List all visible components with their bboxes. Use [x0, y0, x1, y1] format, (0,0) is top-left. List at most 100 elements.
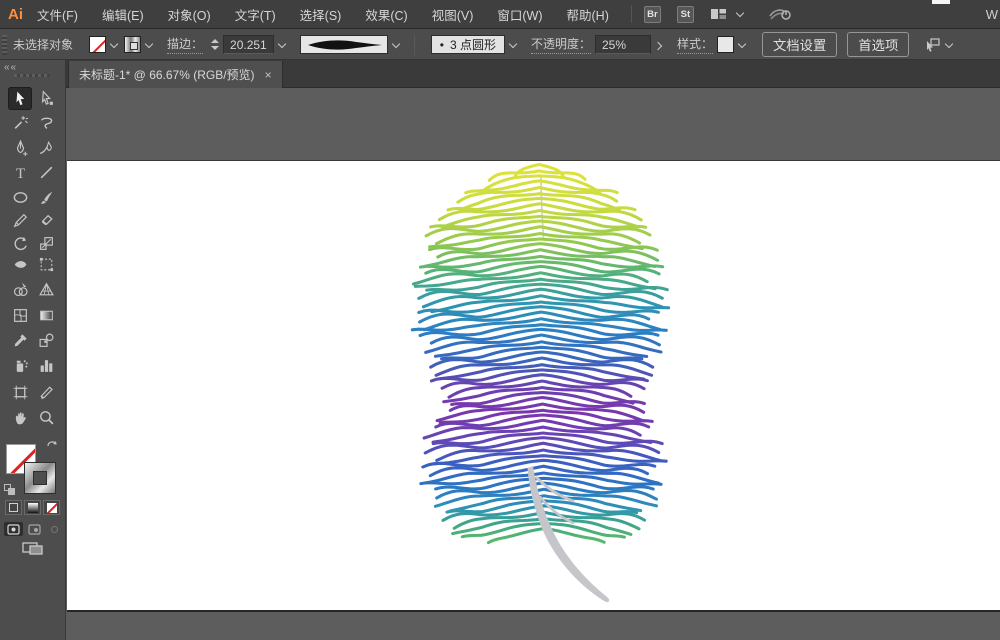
- menu-item-4[interactable]: 选择(S): [300, 5, 342, 24]
- opacity-value[interactable]: 25%: [595, 35, 651, 54]
- document-tab[interactable]: 未标题-1* @ 66.67% (RGB/预览) ×: [68, 61, 283, 88]
- opacity-label[interactable]: 不透明度：: [531, 35, 591, 54]
- gradient-tool[interactable]: [34, 304, 58, 327]
- color-button[interactable]: [5, 500, 22, 515]
- gradient-button[interactable]: [24, 500, 41, 515]
- swap-fill-stroke-icon[interactable]: [46, 438, 58, 452]
- change-screen-mode-icon[interactable]: [21, 542, 45, 556]
- artboard-tool-icon: [12, 384, 29, 401]
- style-chevron-icon[interactable]: [737, 40, 747, 50]
- menu-item-7[interactable]: 窗口(W): [497, 5, 542, 24]
- shape-builder-tool-icon: [12, 281, 29, 298]
- st-badge-button[interactable]: St: [677, 6, 694, 23]
- menu-item-1[interactable]: 编辑(E): [102, 5, 144, 24]
- stroke-color-swatch[interactable]: [124, 36, 141, 53]
- none-button[interactable]: [43, 500, 60, 515]
- symbol-sprayer-tool[interactable]: [8, 354, 32, 377]
- hand-tool[interactable]: [8, 406, 32, 429]
- eyedropper-tool[interactable]: [8, 329, 32, 352]
- width-tool[interactable]: [8, 253, 32, 276]
- paintbrush-tool-icon: [38, 189, 55, 206]
- canvas-area[interactable]: jingyan.baidu.com: [66, 88, 1000, 640]
- brush-chevron-icon[interactable]: [508, 40, 518, 50]
- width-profile-preview[interactable]: [300, 35, 388, 54]
- mesh-tool[interactable]: [8, 304, 32, 327]
- perspective-grid-tool[interactable]: [34, 278, 58, 301]
- clipped-window-text: W: [986, 7, 998, 22]
- menu-item-5[interactable]: 效果(C): [365, 5, 407, 24]
- ellipse-tool[interactable]: [8, 186, 32, 209]
- menu-item-2[interactable]: 对象(O): [168, 5, 211, 24]
- cs-live-icon: [768, 6, 792, 22]
- preferences-button[interactable]: 首选项: [847, 32, 909, 57]
- collapse-panel-icon[interactable]: ««: [4, 62, 17, 73]
- width-profile-chevron-icon[interactable]: [391, 40, 401, 50]
- zoom-tool[interactable]: [34, 406, 58, 429]
- fill-color-swatch[interactable]: [89, 36, 106, 53]
- free-transform-tool[interactable]: [34, 253, 58, 276]
- curvature-pen-tool[interactable]: [34, 136, 58, 159]
- style-swatch[interactable]: [717, 36, 734, 53]
- rotate-tool[interactable]: [8, 232, 32, 255]
- draw-inside-button[interactable]: [45, 522, 64, 536]
- tool-hints-button[interactable]: [923, 37, 959, 53]
- menu-items: 文件(F) 编辑(E) 对象(O) 文字(T) 选择(S) 效果(C) 视图(V) 窗口(W)…: [37, 5, 609, 24]
- lasso-tool[interactable]: [34, 111, 58, 134]
- brush-definition[interactable]: • 3 点圆形: [431, 35, 505, 54]
- artboard[interactable]: [67, 160, 1000, 610]
- default-fill-stroke-icon[interactable]: [4, 484, 16, 495]
- cs-live-button[interactable]: [768, 6, 792, 22]
- eraser-tool[interactable]: [34, 209, 58, 232]
- opacity-panel-arrow-icon[interactable]: [654, 40, 664, 50]
- control-bar-grip[interactable]: [2, 35, 7, 55]
- line-segment-tool-icon: [38, 164, 55, 181]
- blend-tool[interactable]: [34, 329, 58, 352]
- style-label[interactable]: 样式：: [677, 35, 713, 54]
- stroke-indicator-gradient[interactable]: [24, 462, 56, 494]
- menu-item-0[interactable]: 文件(F): [37, 5, 78, 24]
- menu-item-8[interactable]: 帮助(H): [567, 5, 609, 24]
- column-graph-tool[interactable]: [34, 354, 58, 377]
- type-tool[interactable]: T: [8, 161, 32, 184]
- slice-tool[interactable]: [34, 381, 58, 404]
- br-badge-button[interactable]: Br: [644, 6, 661, 23]
- pen-tool[interactable]: [8, 136, 32, 159]
- menu-item-6[interactable]: 视图(V): [432, 5, 474, 24]
- artboard-tool[interactable]: [8, 381, 32, 404]
- arrange-documents-icon: [710, 7, 727, 21]
- draw-behind-button[interactable]: [25, 522, 44, 536]
- direct-selection-tool[interactable]: [34, 87, 58, 110]
- brush-dot: •: [440, 38, 444, 52]
- arrange-documents-button[interactable]: [710, 7, 750, 21]
- paintbrush-tool[interactable]: [34, 186, 58, 209]
- rotate-tool-icon: [12, 235, 29, 252]
- line-segment-tool[interactable]: [34, 161, 58, 184]
- selection-tool[interactable]: [8, 87, 32, 110]
- shape-builder-tool[interactable]: [8, 278, 32, 301]
- fill-chevron-icon[interactable]: [109, 40, 119, 50]
- stroke-weight-stepper[interactable]: [211, 39, 219, 50]
- tab-close-icon[interactable]: ×: [265, 69, 272, 81]
- scale-tool[interactable]: [34, 232, 58, 255]
- eraser-tool-icon: [38, 212, 55, 229]
- illustrator-window: Ai 文件(F)编辑(E)对象(O)文字(T)选择(S)效果(C)视图(V)窗口…: [0, 0, 1000, 640]
- eyedropper-tool-icon: [12, 332, 29, 349]
- width-profile-icon: [304, 39, 384, 51]
- stroke-weight-chevron-icon[interactable]: [277, 40, 287, 50]
- direct-selection-tool-icon: [38, 90, 55, 107]
- perspective-grid-tool-icon: [38, 281, 55, 298]
- tools-panel: «« T: [0, 60, 66, 640]
- magic-wand-tool[interactable]: [8, 111, 32, 134]
- menu-item-3[interactable]: 文字(T): [235, 5, 276, 24]
- stroke-weight-value[interactable]: 20.251: [223, 35, 274, 54]
- pen-tool-icon: [12, 139, 29, 156]
- scale-tool-icon: [38, 235, 55, 252]
- pencil-tool[interactable]: [8, 209, 32, 232]
- document-setup-button[interactable]: 文档设置: [762, 32, 837, 57]
- draw-normal-button[interactable]: [4, 522, 23, 536]
- panel-grip[interactable]: [14, 74, 50, 77]
- stroke-weight-label[interactable]: 描边：: [167, 35, 203, 54]
- divider: [414, 35, 415, 55]
- stroke-chevron-icon[interactable]: [144, 40, 154, 50]
- chevron-down-icon: [944, 40, 954, 50]
